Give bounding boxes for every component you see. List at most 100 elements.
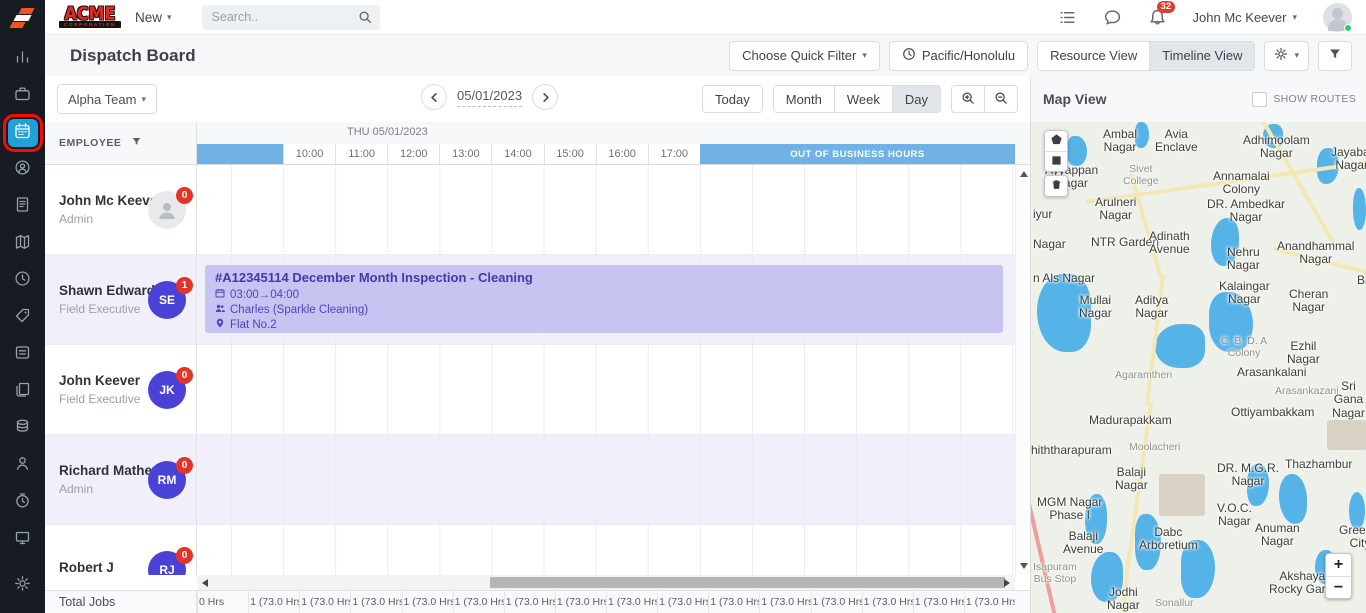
chat-icon[interactable] <box>1103 8 1122 27</box>
map-place-label: Agaramthen <box>1115 369 1173 381</box>
sidebar-item-devices[interactable] <box>8 526 38 554</box>
acme-logo[interactable]: ACME CORPORATION <box>59 5 121 28</box>
total-jobs-cell: 1 (73.0 Hrs <box>861 591 913 613</box>
avatar[interactable] <box>1323 2 1352 32</box>
pre-business-hours-bar <box>197 144 283 164</box>
total-jobs-cell: 1 (73.0 Hrs <box>503 591 555 613</box>
sidebar-item-estimates[interactable] <box>8 341 38 369</box>
scrollbar-thumb[interactable] <box>490 577 1005 588</box>
total-jobs-label: Total Jobs <box>45 591 197 613</box>
sidebar-item-schedule[interactable] <box>8 267 38 295</box>
sidebar-item-users[interactable] <box>8 452 38 480</box>
employee-row-john-keever[interactable]: John Keever Field Executive JK 0 <box>45 345 197 435</box>
scroll-up-arrow[interactable] <box>1020 171 1028 177</box>
prev-day-button[interactable] <box>421 84 447 110</box>
total-jobs-cell: 1 (73.0 Hrs <box>350 591 402 613</box>
horizontal-scrollbar[interactable] <box>197 575 1015 590</box>
employee-row-john-mc-keever[interactable]: John Mc Keever Admin 0 <box>45 165 197 255</box>
sidebar-nav <box>0 35 45 613</box>
bell-icon[interactable]: 32 <box>1148 0 1176 27</box>
day-view-button[interactable]: Day <box>891 85 941 113</box>
avatar: RM 0 <box>148 456 193 499</box>
sidebar-item-jobs[interactable] <box>8 82 38 110</box>
quick-filter-label: Choose Quick Filter <box>742 48 857 63</box>
timeline-row[interactable]: #A12345114 December Month Inspection - C… <box>197 255 1015 345</box>
zoom-in-button[interactable] <box>951 85 985 113</box>
map-place-label: Annamalai Colony <box>1213 169 1270 197</box>
monitor-icon <box>14 529 31 551</box>
avatar-initials: SE <box>158 292 175 307</box>
timezone-button[interactable]: Pacific/Honolulu <box>888 40 1029 71</box>
month-view-button[interactable]: Month <box>772 85 835 113</box>
employee-timeline-row: Robert J RJ 0 <box>45 525 1015 575</box>
activity-list-icon[interactable] <box>1058 8 1077 27</box>
show-routes-label: SHOW ROUTES <box>1273 93 1356 105</box>
next-day-button[interactable] <box>532 84 559 110</box>
scroll-down-arrow[interactable] <box>1020 563 1028 569</box>
show-routes-toggle[interactable]: SHOW ROUTES <box>1252 91 1356 107</box>
avatar: RJ 0 <box>148 546 193 576</box>
map-place-label: Kalaingar Nagar <box>1219 279 1270 307</box>
map-zoom-out-button[interactable]: − <box>1326 576 1351 598</box>
appointment-card[interactable]: #A12345114 December Month Inspection - C… <box>205 265 1003 333</box>
scheduler-body: John Mc Keever Admin 0 Shawn Edward Fiel… <box>45 165 1015 575</box>
avatar-initials: RJ <box>159 562 175 576</box>
sidebar-item-dispatch-board[interactable] <box>2 114 43 152</box>
vertical-scrollbar[interactable] <box>1015 165 1030 575</box>
map-place-label: Ottiyambakkam <box>1231 405 1315 419</box>
job-count-badge: 1 <box>176 276 193 294</box>
map-place-label: Dabc Arboretium <box>1139 525 1198 553</box>
filter-button[interactable] <box>1318 40 1352 71</box>
sidebar-item-customers[interactable] <box>8 156 38 184</box>
map-view[interactable]: Ambal Nagar Avia Enclave Adhimoolam Nagar J… <box>1030 122 1366 613</box>
sidebar-item-payments[interactable] <box>8 415 38 443</box>
sidebar-item-tags[interactable] <box>8 304 38 332</box>
scroll-right-arrow[interactable] <box>1004 578 1010 587</box>
employee-row-richard-mathew[interactable]: Richard Mathew Admin RM 0 <box>45 435 197 525</box>
map-place-label: Balaji Nagar <box>1115 465 1148 493</box>
map-place-label: Greenw City <box>1339 523 1366 551</box>
zoom-out-button[interactable] <box>984 85 1018 113</box>
header-corner <box>1015 122 1030 165</box>
settings-dropdown[interactable]: ▾ <box>1264 40 1309 71</box>
search-input[interactable] <box>201 4 380 30</box>
map-zoom-in-button[interactable]: + <box>1326 554 1351 576</box>
sidebar-item-invoices[interactable] <box>8 193 38 221</box>
today-button[interactable]: Today <box>702 85 763 113</box>
employee-row-shawn-edward[interactable]: Shawn Edward Field Executive SE 1 <box>45 255 197 345</box>
trash-icon-button[interactable] <box>1045 176 1067 196</box>
current-date[interactable]: 05/01/2023 <box>457 88 523 107</box>
sidebar-item-documents[interactable] <box>8 378 38 406</box>
resource-view-button[interactable]: Resource View <box>1037 40 1151 71</box>
timeline-zoom-controls <box>951 85 1018 113</box>
search-icon[interactable] <box>358 10 372 24</box>
draw-polygon-button[interactable] <box>1045 131 1067 151</box>
sidebar-item-timesheets[interactable] <box>8 489 38 517</box>
notification-badge: 32 <box>1156 0 1176 13</box>
scroll-left-arrow[interactable] <box>202 578 208 587</box>
draw-rectangle-button[interactable] <box>1045 151 1067 171</box>
week-view-button[interactable]: Week <box>833 85 893 113</box>
show-routes-checkbox[interactable] <box>1252 91 1268 107</box>
employee-row-robert-j[interactable]: Robert J RJ 0 <box>45 525 197 575</box>
map-place-label: Thazhambur <box>1285 457 1353 471</box>
timeline-row[interactable] <box>197 525 1015 575</box>
map-place-label: Anuman Nagar <box>1255 521 1300 549</box>
user-menu[interactable]: John Mc Keever ▾ <box>1193 10 1297 25</box>
bar-chart-icon <box>14 48 31 70</box>
sidebar-item-settings[interactable] <box>8 572 38 600</box>
timeline-view-button[interactable]: Timeline View <box>1149 40 1256 71</box>
timeline-row[interactable] <box>197 435 1015 525</box>
timeline-row[interactable] <box>197 345 1015 435</box>
employee-filter-icon[interactable] <box>131 134 142 152</box>
sidebar-item-maps[interactable] <box>8 230 38 258</box>
new-menu[interactable]: New ▾ <box>135 10 172 25</box>
quick-filter-dropdown[interactable]: Choose Quick Filter ▾ <box>729 40 880 71</box>
app-logo[interactable] <box>0 0 45 35</box>
appointment-title: #A12345114 December Month Inspection - C… <box>215 270 533 285</box>
scheduler: EMPLOYEE THU 05/01/2023 10:00 11:00 12:00 1… <box>45 122 1030 613</box>
timeline-row[interactable] <box>197 165 1015 255</box>
team-select[interactable]: Alpha Team ▾ <box>57 84 157 114</box>
total-jobs-cell: 1 (73.0 Hrs <box>606 591 657 613</box>
sidebar-item-dashboard[interactable] <box>8 45 38 73</box>
